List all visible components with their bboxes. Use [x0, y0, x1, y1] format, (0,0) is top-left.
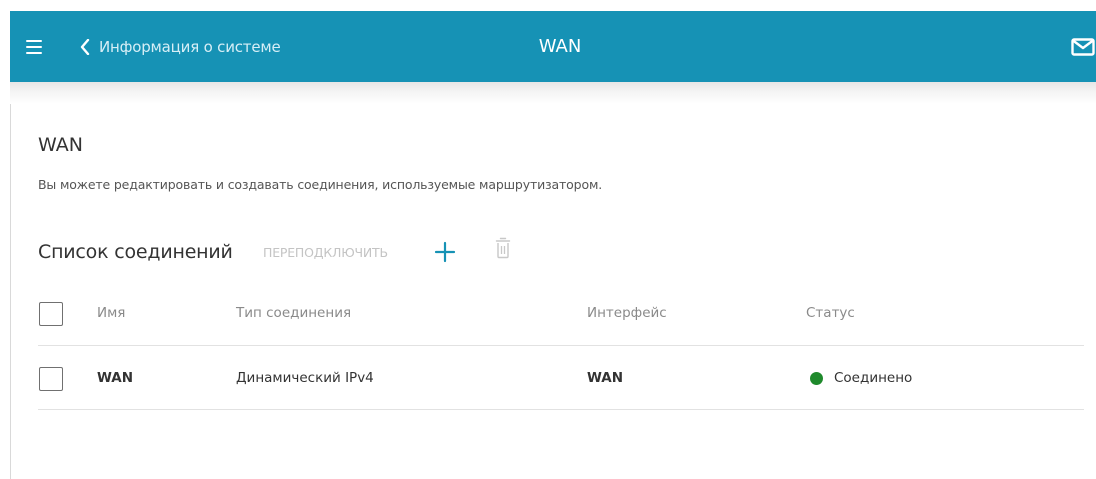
menu-icon[interactable] — [26, 40, 42, 54]
page-header-title: WAN — [538, 36, 582, 57]
page-description: Вы можете редактировать и создавать соед… — [38, 177, 603, 192]
back-link[interactable]: Информация о системе — [80, 35, 281, 59]
back-link-label: Информация о системе — [99, 38, 281, 56]
row-connection-type: Динамический IPv4 — [236, 370, 374, 386]
row-checkbox[interactable] — [39, 367, 63, 391]
column-header-interface: Интерфейс — [587, 305, 667, 321]
row-name: WAN — [97, 370, 134, 386]
column-header-status: Статус — [806, 305, 855, 321]
row-status: Соединено — [834, 370, 913, 386]
content-left-border — [10, 104, 11, 479]
column-header-name: Имя — [97, 305, 126, 321]
top-bar: Информация о системе WAN — [10, 11, 1096, 82]
select-all-checkbox[interactable] — [39, 302, 63, 326]
connections-list-title: Список соединений — [38, 241, 233, 263]
column-header-type: Тип соединения — [236, 305, 352, 321]
row-interface: WAN — [587, 370, 624, 386]
trash-icon[interactable] — [495, 237, 511, 259]
status-connected-dot — [810, 372, 823, 385]
mail-icon[interactable] — [1071, 38, 1095, 56]
chevron-left-icon — [80, 39, 90, 55]
table-row-divider — [38, 409, 1084, 410]
header-shadow — [10, 82, 1096, 104]
reconnect-button[interactable]: ПЕРЕПОДКЛЮЧИТЬ — [263, 244, 388, 262]
app-window: Информация о системе WAN WAN Вы можете р… — [10, 11, 1096, 479]
page-title: WAN — [38, 134, 83, 156]
plus-icon[interactable] — [433, 240, 457, 264]
table-header-divider — [38, 345, 1084, 346]
